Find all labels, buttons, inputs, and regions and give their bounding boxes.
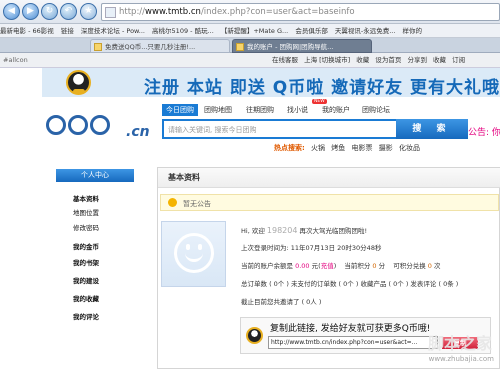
refresh-icon[interactable]: ↻ bbox=[41, 3, 58, 20]
avatar[interactable] bbox=[161, 221, 226, 287]
watermark-mark: 脚本之家 bbox=[427, 334, 492, 353]
watermark-site: www.zhubajia.com bbox=[428, 355, 494, 363]
tab-strip: 免费送QQ币...只要几秒注册!... 我的账户 - 团购网|团购导航... bbox=[0, 38, 500, 53]
new-badge: NEW bbox=[312, 99, 327, 104]
nav-item-novel[interactable]: 找小说 bbox=[287, 105, 308, 115]
top-links-bar: #allcon 在线客服 上海 [切换城市] 收藏 设为首页 分享到 收藏 订阅 bbox=[0, 53, 500, 68]
site-logo[interactable]: .cn bbox=[46, 111, 158, 143]
balance-label: 当前的账户余额是 bbox=[241, 262, 293, 270]
page-icon bbox=[105, 7, 116, 18]
info-icon bbox=[168, 198, 177, 207]
bookmark[interactable]: 最新电影 - 66影视 bbox=[0, 27, 54, 35]
bookmarks-bar: 最新电影 - 66影视 链接 深度技术论坛 - Pow... 高桃尔5109 -… bbox=[0, 24, 500, 38]
points-label: 当前积分 bbox=[344, 262, 371, 270]
bookmark[interactable]: 深度技术论坛 - Pow... bbox=[81, 27, 145, 35]
logo-ring bbox=[68, 115, 88, 135]
nav-item-map[interactable]: 团购地图 bbox=[204, 105, 232, 115]
recharge-link[interactable]: 充值 bbox=[321, 262, 334, 270]
hot-search-item[interactable]: 化妆品 bbox=[399, 144, 420, 152]
logo-ring bbox=[46, 115, 66, 135]
address-bar[interactable]: http://www.tmtb.cn/index.php?con=user&ac… bbox=[101, 3, 500, 21]
address-chip: #allcon bbox=[3, 56, 28, 64]
logo-suffix: .cn bbox=[126, 124, 150, 140]
bookmark[interactable]: 样你的 bbox=[403, 27, 423, 35]
points-unit: 分 bbox=[378, 262, 386, 270]
announcement-box: 暂无公告 bbox=[160, 194, 499, 211]
orders-line: 总订单数 ( 0个 ) 未支付的订单数 ( 0个 ) 收藏产品 ( 0个 ) 发… bbox=[241, 280, 459, 288]
sidebar-item-coins[interactable]: 我的金币 bbox=[73, 241, 99, 251]
search-placeholder: 请输入关键词, 搜索今日团购 bbox=[168, 126, 257, 134]
user-sidebar: 个人中心 基本资料 地图位置 修改密码 我的金币 我的书架 我的建设 我的收藏 … bbox=[56, 169, 134, 369]
sidebar-item-map-location[interactable]: 地图位置 bbox=[73, 207, 99, 217]
search-button[interactable]: 搜 索 bbox=[396, 119, 468, 139]
invited-line: 截止目前您共邀请了 ( 0人 ) bbox=[241, 298, 322, 306]
hot-search-item[interactable]: 电影票 bbox=[352, 144, 373, 152]
favorite-link[interactable]: 收藏 bbox=[356, 56, 369, 64]
search-input[interactable]: 请输入关键词, 搜索今日团购 bbox=[162, 119, 402, 139]
panel-title: 基本资料 bbox=[158, 168, 500, 188]
qq-penguin-icon bbox=[66, 70, 91, 95]
greeting-line: Hi, 欢迎 198204 再次大驾光临团购团啦! bbox=[241, 225, 367, 235]
sidebar-item-change-password[interactable]: 修改密码 bbox=[73, 222, 99, 232]
logo-ring bbox=[90, 115, 110, 135]
smiley-eye bbox=[198, 244, 202, 250]
forward-icon[interactable]: ▶ bbox=[22, 3, 39, 20]
hot-search-item[interactable]: 火锅 bbox=[311, 144, 325, 152]
back-icon[interactable]: ◀ bbox=[3, 3, 20, 20]
exchange-value: 0 bbox=[427, 262, 432, 270]
page-icon bbox=[236, 43, 244, 51]
share-link[interactable]: 分享到 bbox=[407, 56, 427, 64]
sidebar-item-comments[interactable]: 我的评论 bbox=[73, 311, 99, 321]
subscribe-link[interactable]: 订阅 bbox=[452, 56, 465, 64]
nav-item-past[interactable]: 往期团购 bbox=[246, 105, 274, 115]
balance-value: 0.00 bbox=[295, 262, 310, 270]
qq-penguin-icon bbox=[246, 327, 263, 344]
site-header: .cn 今日团购 团购地图 往期团购 找小说 NEW 我的账户 团购论坛 请输入… bbox=[42, 97, 500, 165]
hot-search-label: 热点搜索: bbox=[274, 144, 305, 152]
bookmark[interactable]: 【新提醒】+Mate G... bbox=[221, 27, 288, 35]
smiley-eye bbox=[186, 244, 190, 250]
balance-line: 当前的账户余额是 0.00 元(充值) 当前积分 0 分 可积分兑换 0 次 bbox=[241, 260, 440, 270]
tab-active[interactable]: 我的账户 - 团购网|团购导航... bbox=[232, 39, 372, 53]
username: 198204 bbox=[266, 226, 298, 235]
sidebar-item-build[interactable]: 我的建设 bbox=[73, 275, 99, 285]
bookmark[interactable]: 天翼视讯-永远免费... bbox=[335, 27, 396, 35]
homepage-link[interactable]: 设为首页 bbox=[375, 56, 401, 64]
browser-toolbar: ◀ ▶ ↻ ↶ ★ http://www.tmtb.cn/index.php?c… bbox=[0, 0, 500, 24]
balance-close: ) bbox=[333, 262, 337, 270]
promo-banner[interactable]: 注册 本站 即送 Q币啦 邀请好友 更有大礼哦 bbox=[42, 68, 500, 98]
bookmark[interactable]: 链接 bbox=[61, 27, 74, 35]
online-service-link[interactable]: 在线客服 bbox=[272, 56, 298, 64]
tab-inactive[interactable]: 免费送QQ币...只要几秒注册!... bbox=[90, 39, 230, 53]
nav-item-today[interactable]: 今日团购 bbox=[162, 104, 198, 116]
city-link[interactable]: 上海 [切换城市] bbox=[304, 56, 350, 64]
nav-item-forum[interactable]: 团购论坛 bbox=[362, 105, 390, 115]
hot-search-item[interactable]: 烤鱼 bbox=[331, 144, 345, 152]
page-icon bbox=[94, 43, 102, 51]
exchange-label: 可积分兑换 bbox=[393, 262, 426, 270]
last-login: 上次登录时间为: 11年07月13日 20时30分48秒 bbox=[241, 244, 382, 252]
greeting-suffix: 再次大驾光临团购团啦! bbox=[299, 227, 368, 235]
collect-link[interactable]: 收藏 bbox=[433, 56, 446, 64]
star-icon[interactable]: ★ bbox=[80, 3, 97, 20]
bookmark[interactable]: 会员俱乐部 bbox=[295, 27, 328, 35]
points-value: 0 bbox=[372, 262, 377, 270]
undo-icon[interactable]: ↶ bbox=[60, 3, 77, 20]
hot-search: 热点搜索: 火锅 烤鱼 电影票 摄影 化妆品 bbox=[274, 143, 424, 153]
balance-unit: 元( bbox=[311, 262, 321, 270]
banner-text: 注册 本站 即送 Q币啦 邀请好友 更有大礼哦 bbox=[144, 78, 500, 98]
watermark: 脚本之家 www.zhubajia.com bbox=[398, 326, 500, 369]
exchange-unit: 次 bbox=[433, 262, 441, 270]
hot-search-item[interactable]: 摄影 bbox=[379, 144, 393, 152]
bookmark[interactable]: 高桃尔5109 - 酷玩... bbox=[152, 27, 214, 35]
sidebar-item-favorites[interactable]: 我的收藏 bbox=[73, 293, 99, 303]
announcement-text: 暂无公告 bbox=[183, 200, 211, 208]
notice-label: 公告: 你 bbox=[468, 128, 500, 138]
sidebar-header: 个人中心 bbox=[56, 169, 134, 182]
greeting-prefix: Hi, 欢迎 bbox=[241, 227, 265, 235]
nav-item-account[interactable]: 我的账户 bbox=[322, 105, 350, 115]
sidebar-item-basic-info[interactable]: 基本资料 bbox=[73, 193, 99, 203]
sidebar-item-bookshelf[interactable]: 我的书架 bbox=[73, 257, 99, 267]
